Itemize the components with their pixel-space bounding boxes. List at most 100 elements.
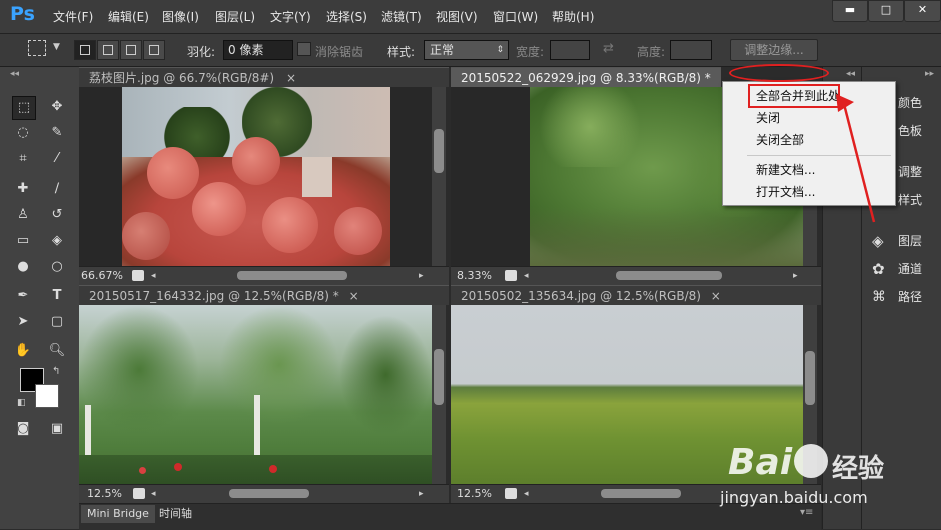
doc-3-scroll-right-icon[interactable]: ▸ (419, 485, 424, 503)
menu-help[interactable]: 帮助(H) (552, 8, 594, 26)
menu-layer[interactable]: 图层(L) (215, 8, 255, 26)
add-selection-button[interactable] (97, 40, 119, 60)
height-input[interactable] (670, 40, 712, 60)
panel-channels[interactable]: ✿ 通道 (872, 258, 941, 280)
doc-4-zoom-level[interactable]: 12.5% (457, 485, 492, 503)
refine-edge-button[interactable]: 调整边缘... (730, 39, 818, 61)
swap-icon[interactable]: ⇄ (603, 41, 614, 56)
doc-3-canvas[interactable] (79, 305, 432, 484)
doc-1-scroll-right-icon[interactable]: ▸ (419, 267, 424, 285)
move-tool-icon[interactable]: ✥ (46, 96, 68, 118)
doc-3-statusbar: 12.5% ◂ ▸ (79, 484, 449, 503)
hand-icon[interactable]: ✋ (12, 340, 34, 362)
doc-1-hscroll-thumb[interactable] (237, 271, 347, 280)
subtract-selection-button[interactable] (120, 40, 142, 60)
doc-1-canvas[interactable] (79, 87, 432, 266)
panels-expand-icon[interactable]: ▸▸ (925, 69, 934, 79)
panel-menu-icon[interactable]: ▾≡ (800, 507, 813, 518)
dodge-icon[interactable]: ○ (46, 256, 68, 278)
doc-tab-3-close-icon[interactable]: × (349, 289, 359, 303)
menu-file[interactable]: 文件(F) (53, 8, 93, 26)
doc-3-zoom-level[interactable]: 12.5% (87, 485, 122, 503)
menu-type[interactable]: 文字(Y) (270, 8, 311, 26)
menu-select[interactable]: 选择(S) (326, 8, 367, 26)
paint-bucket-icon[interactable]: ◈ (46, 230, 68, 252)
tab-mini-bridge[interactable]: Mini Bridge (81, 505, 155, 523)
doc-3-scroll-left-icon[interactable]: ◂ (151, 485, 156, 503)
background-color-swatch[interactable] (35, 384, 59, 408)
doc-4-canvas[interactable] (451, 305, 803, 484)
eraser-icon[interactable]: ▭ (12, 230, 34, 252)
menu-window[interactable]: 窗口(W) (493, 8, 538, 26)
antialias-checkbox[interactable] (297, 42, 311, 56)
rectangle-shape-icon[interactable]: ▢ (46, 311, 68, 333)
healing-brush-icon[interactable]: ✚ (12, 178, 34, 200)
brush-icon[interactable]: ∕ (46, 178, 68, 200)
doc-tab-1[interactable]: 荔枝图片.jpg @ 66.7%(RGB/8#) × (79, 67, 449, 87)
park-photo (79, 305, 432, 484)
width-input[interactable] (550, 40, 590, 60)
crop-icon[interactable]: ⌗ (12, 148, 34, 170)
type-tool-icon[interactable]: T (46, 285, 68, 307)
doc-2-scroll-left-icon[interactable]: ◂ (524, 267, 529, 285)
menu-edit[interactable]: 编辑(E) (108, 8, 149, 26)
quick-mask-icon[interactable]: ◙ (12, 418, 34, 440)
doc-tab-3[interactable]: 20150517_164332.jpg @ 12.5%(RGB/8) * × (79, 285, 449, 305)
pen-icon[interactable]: ✒ (12, 285, 34, 307)
eyedropper-icon[interactable]: ⁄ (46, 148, 68, 170)
chevron-down-icon[interactable]: ▼ (53, 42, 60, 52)
doc-4-vscroll[interactable] (803, 305, 817, 484)
quick-select-icon[interactable]: ✎ (46, 122, 68, 144)
doc-4-scroll-left-icon[interactable]: ◂ (524, 485, 529, 503)
paths-icon: ⌘ (872, 286, 886, 308)
menu-filter[interactable]: 滤镜(T) (381, 8, 422, 26)
blur-icon[interactable]: ● (12, 256, 34, 278)
doc-tab-4-close-icon[interactable]: × (711, 289, 721, 303)
panel-paths[interactable]: ⌘ 路径 (872, 286, 941, 308)
doc-tab-2[interactable]: 20150522_062929.jpg @ 8.33%(RGB/8) * × (451, 67, 721, 87)
maximize-button[interactable]: □ (868, 0, 904, 22)
dock-collapse-icon[interactable]: ◂◂ (846, 69, 855, 79)
style-select[interactable]: 正常 ⇕ (424, 40, 509, 60)
doc-tab-1-close-icon[interactable]: × (286, 71, 296, 85)
default-colors-icon[interactable]: ◧ (17, 398, 26, 408)
path-select-icon[interactable]: ➤ (12, 311, 34, 333)
doc-3-vscroll[interactable] (432, 305, 446, 484)
doc-2-hscroll-thumb[interactable] (616, 271, 722, 280)
swap-colors-icon[interactable]: ↰ (52, 366, 60, 377)
rect-marquee-icon[interactable]: ⬚ (12, 96, 36, 120)
marquee-tool-icon[interactable] (28, 40, 46, 56)
feather-label: 羽化: (187, 43, 215, 60)
doc-2-zoom-level[interactable]: 8.33% (457, 267, 492, 285)
lasso-icon[interactable]: ◌ (12, 122, 34, 144)
panel-layers[interactable]: ◈ 图层 (872, 230, 941, 252)
doc-4-info-icon[interactable] (505, 488, 517, 499)
doc-4-vscroll-thumb[interactable] (805, 351, 815, 405)
doc-3-info-icon[interactable] (133, 488, 145, 499)
collapse-icon[interactable]: ◂◂ (10, 69, 19, 79)
doc-3-vscroll-thumb[interactable] (434, 349, 444, 405)
new-selection-button[interactable] (74, 40, 96, 60)
doc-1-zoom-level[interactable]: 66.67% (81, 267, 123, 285)
doc-2-info-icon[interactable] (505, 270, 517, 281)
intersect-selection-button[interactable] (143, 40, 165, 60)
clone-stamp-icon[interactable]: ♙ (12, 204, 34, 226)
menu-view[interactable]: 视图(V) (436, 8, 478, 26)
screen-mode-icon[interactable]: ▣ (46, 418, 68, 440)
history-brush-icon[interactable]: ↺ (46, 204, 68, 226)
doc-1-scroll-left-icon[interactable]: ◂ (151, 267, 156, 285)
menu-image[interactable]: 图像(I) (162, 8, 199, 26)
close-button[interactable]: ✕ (904, 0, 941, 22)
doc-1-info-icon[interactable] (132, 270, 144, 281)
doc-3-hscroll-thumb[interactable] (229, 489, 309, 498)
zoom-icon[interactable]: 🔍︎ (46, 340, 68, 362)
minimize-button[interactable]: ▬ (832, 0, 868, 22)
doc-4-hscroll-thumb[interactable] (601, 489, 681, 498)
doc-1-vscroll[interactable] (432, 87, 446, 266)
feather-input[interactable]: 0 像素 (223, 40, 293, 60)
doc-2-scroll-right-icon[interactable]: ▸ (793, 267, 798, 285)
width-label: 宽度: (516, 43, 544, 60)
tab-timeline[interactable]: 时间轴 (153, 505, 198, 523)
doc-1-vscroll-thumb[interactable] (434, 129, 444, 173)
doc-tab-4[interactable]: 20150502_135634.jpg @ 12.5%(RGB/8) × (451, 285, 821, 305)
